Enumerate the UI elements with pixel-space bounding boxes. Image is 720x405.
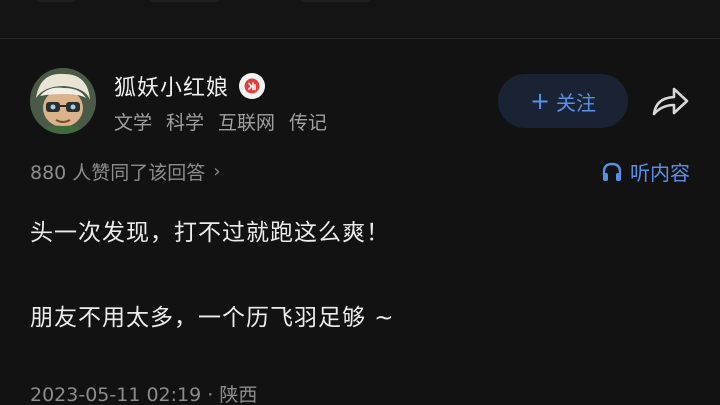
- answer-page: 狐妖小红娘 文学 科学 互联网 传记 + 关注 880 人赞同了该回答 › 听内…: [0, 0, 720, 405]
- plus-icon: +: [529, 87, 551, 115]
- follow-label: 关注: [556, 90, 597, 115]
- author-avatar[interactable]: [30, 68, 96, 134]
- listen-label: 听内容: [630, 161, 690, 185]
- avatar-image: [30, 68, 96, 134]
- top-divider: [0, 38, 720, 39]
- author-topic-tags: 文学 科学 互联网 传记: [114, 108, 327, 135]
- honor-badge-icon[interactable]: [239, 73, 266, 99]
- author-name-line: 狐妖小红娘: [114, 70, 266, 102]
- chevron-right-icon: ›: [213, 161, 221, 182]
- top-bar-ghost-item: [150, 0, 220, 2]
- share-arrow-icon[interactable]: [648, 82, 692, 122]
- author-tag: 传记: [289, 112, 328, 134]
- author-tag: 互联网: [218, 112, 276, 134]
- author-header: 狐妖小红娘 文学 科学 互联网 传记 + 关注: [30, 68, 700, 136]
- answer-meta-row: 880 人赞同了该回答 › 听内容: [30, 158, 690, 188]
- answer-paragraph: 朋友不用太多，一个历飞羽足够 ~: [30, 305, 395, 331]
- listen-button[interactable]: 听内容: [600, 157, 690, 186]
- headphones-icon: [602, 162, 622, 181]
- follow-button[interactable]: + 关注: [498, 74, 628, 128]
- author-tag: 文学: [114, 112, 153, 134]
- top-bar: [0, 0, 720, 38]
- top-bar-ghost-item: [300, 0, 370, 2]
- answer-paragraph: 头一次发现，打不过就跑这么爽！: [30, 220, 390, 246]
- vote-summary-link[interactable]: 880 人赞同了该回答 ›: [30, 158, 221, 185]
- vote-summary-text: 880 人赞同了该回答: [30, 162, 206, 184]
- author-name[interactable]: 狐妖小红娘: [114, 70, 229, 102]
- author-tag: 科学: [166, 112, 205, 134]
- top-bar-ghost-item: [36, 0, 76, 2]
- post-time-location: 2023-05-11 02:19 · 陕西: [30, 384, 258, 405]
